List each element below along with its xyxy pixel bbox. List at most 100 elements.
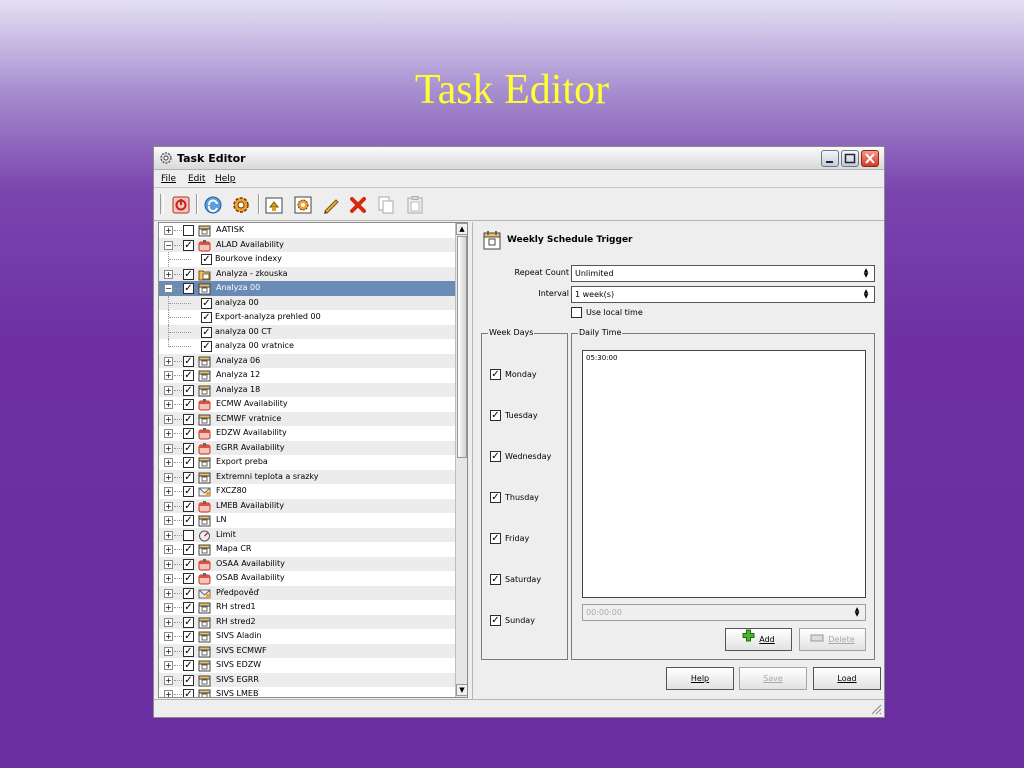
- scroll-down-arrow[interactable]: ▼: [456, 684, 467, 696]
- node-checkbox[interactable]: ✓: [183, 413, 194, 425]
- tree-node[interactable]: + ✓ RH stred2: [159, 614, 455, 629]
- expand-icon[interactable]: +: [164, 501, 173, 511]
- checkbox-box[interactable]: ✓: [490, 492, 501, 503]
- expand-icon[interactable]: +: [164, 690, 173, 697]
- node-checkbox[interactable]: ✓: [183, 370, 194, 381]
- checkbox-box[interactable]: ✓: [490, 369, 501, 380]
- tree-node[interactable]: + ✓ SIVS ECMWF: [159, 643, 455, 658]
- tree-node[interactable]: + ✓ Analyza 12: [159, 368, 455, 383]
- resize-grip-icon[interactable]: [870, 703, 882, 715]
- window-titlebar[interactable]: Task Editor: [154, 147, 884, 170]
- checkbox-box[interactable]: ✓: [490, 615, 501, 626]
- node-checkbox[interactable]: [183, 225, 194, 236]
- scroll-up-arrow[interactable]: ▲: [456, 223, 467, 235]
- tree-node[interactable]: + ✓ EDZW Availability: [159, 426, 455, 441]
- expand-icon[interactable]: +: [164, 458, 173, 467]
- help-button[interactable]: Help: [666, 667, 734, 690]
- node-checkbox[interactable]: ✓: [183, 399, 194, 410]
- tree-scrollbar[interactable]: ▲ ▼: [455, 223, 467, 697]
- node-checkbox[interactable]: ✓: [183, 428, 194, 439]
- use-local-time-checkbox[interactable]: Use local time: [571, 307, 643, 318]
- node-checkbox[interactable]: ✓: [183, 486, 194, 497]
- checkbox-box[interactable]: ✓: [490, 574, 501, 585]
- menu-file[interactable]: File: [161, 174, 176, 184]
- load-button[interactable]: Load: [813, 667, 881, 690]
- weekday-checkbox[interactable]: ✓ Thusday: [490, 492, 539, 503]
- tree-node[interactable]: + ✓ Extremni teplota a srazky: [159, 469, 455, 484]
- expand-icon[interactable]: +: [164, 269, 173, 279]
- spinner-arrows-icon[interactable]: ▲ ▼: [860, 268, 872, 279]
- checkbox-box[interactable]: ✓: [490, 451, 501, 462]
- edit-pencil-icon[interactable]: [321, 195, 341, 215]
- expand-icon[interactable]: +: [164, 414, 173, 424]
- tree-node[interactable]: + ✓ ECMWF vratnice: [159, 411, 455, 426]
- node-checkbox[interactable]: ✓: [201, 341, 212, 352]
- expand-icon[interactable]: +: [164, 675, 173, 685]
- weekday-checkbox[interactable]: ✓ Friday: [490, 533, 529, 544]
- weekday-checkbox[interactable]: ✓ Tuesday: [490, 410, 538, 421]
- node-checkbox[interactable]: ✓: [183, 239, 194, 251]
- weekday-checkbox[interactable]: ✓ Wednesday: [490, 451, 551, 462]
- node-checkbox[interactable]: ✓: [183, 674, 194, 686]
- expand-icon[interactable]: +: [164, 545, 173, 554]
- node-checkbox[interactable]: [183, 529, 194, 541]
- expand-icon[interactable]: +: [164, 516, 173, 525]
- tree-node[interactable]: + ✓ Mapa CR: [159, 542, 455, 557]
- tree-node[interactable]: + ✓ ECMW Availability: [159, 397, 455, 412]
- expand-icon[interactable]: +: [164, 661, 173, 670]
- delete-icon[interactable]: [348, 195, 368, 215]
- expand-icon[interactable]: +: [164, 646, 173, 656]
- run-task-icon[interactable]: [231, 195, 251, 215]
- node-checkbox[interactable]: ✓: [183, 616, 194, 628]
- toolbar-grip[interactable]: [160, 194, 164, 214]
- weekday-checkbox[interactable]: ✓ Monday: [490, 369, 537, 380]
- tree-node[interactable]: − ✓ Analyza 00: [159, 281, 455, 296]
- expand-icon[interactable]: +: [164, 530, 173, 540]
- node-checkbox[interactable]: ✓: [201, 254, 212, 265]
- tree-node[interactable]: + ✓ LMEB Availability: [159, 498, 455, 513]
- node-checkbox[interactable]: ✓: [183, 515, 194, 526]
- tree-node[interactable]: + ✓ SIVS LMEB: [159, 687, 455, 697]
- menu-help[interactable]: Help: [215, 174, 236, 184]
- node-checkbox[interactable]: ✓: [183, 384, 194, 396]
- interval-spinner[interactable]: 1 week(s) ▲ ▼: [571, 286, 875, 303]
- tree-child-node[interactable]: ✓ analyza 00 CT: [159, 324, 455, 339]
- tree-child-node[interactable]: ✓ Export-analyza prehled 00: [159, 310, 455, 325]
- expand-icon[interactable]: +: [164, 443, 173, 453]
- tree-node[interactable]: + ✓ OSAB Availability: [159, 571, 455, 586]
- node-checkbox[interactable]: ✓: [183, 355, 194, 367]
- task-tree[interactable]: + AATISK − ✓ ALAD Availability ✓ Bourkove inde…: [158, 222, 468, 698]
- weekday-checkbox[interactable]: ✓ Saturday: [490, 574, 541, 585]
- node-checkbox[interactable]: ✓: [183, 573, 194, 584]
- node-checkbox[interactable]: ✓: [183, 500, 194, 512]
- tree-node[interactable]: − ✓ ALAD Availability: [159, 237, 455, 252]
- paste-icon[interactable]: [405, 195, 425, 215]
- expand-icon[interactable]: +: [164, 559, 173, 569]
- minimize-button[interactable]: [821, 150, 839, 167]
- node-checkbox[interactable]: ✓: [201, 297, 212, 309]
- node-checkbox[interactable]: ✓: [183, 268, 194, 280]
- expand-icon[interactable]: +: [164, 226, 173, 235]
- daily-time-list[interactable]: 05:30:00: [582, 350, 866, 598]
- node-checkbox[interactable]: ✓: [183, 587, 194, 599]
- spinner-arrows-icon[interactable]: ▲ ▼: [860, 289, 872, 300]
- tree-node[interactable]: + ✓ LN: [159, 513, 455, 528]
- expand-icon[interactable]: +: [164, 487, 173, 496]
- node-checkbox[interactable]: ✓: [183, 631, 194, 642]
- node-checkbox[interactable]: ✓: [183, 558, 194, 570]
- checkbox-box[interactable]: ✓: [490, 533, 501, 544]
- scroll-thumb[interactable]: [457, 236, 467, 458]
- node-checkbox[interactable]: ✓: [183, 457, 194, 468]
- tree-node[interactable]: + Limit: [159, 527, 455, 542]
- node-checkbox[interactable]: ✓: [201, 312, 212, 323]
- import-icon[interactable]: [264, 195, 284, 215]
- collapse-icon[interactable]: −: [164, 240, 173, 250]
- expand-icon[interactable]: +: [164, 371, 173, 380]
- node-checkbox[interactable]: ✓: [183, 283, 194, 294]
- exit-icon[interactable]: [171, 195, 191, 215]
- expand-icon[interactable]: +: [164, 632, 173, 641]
- tree-node[interactable]: + ✓ FXCZ80: [159, 484, 455, 499]
- add-time-button[interactable]: Add: [725, 628, 792, 651]
- tree-node[interactable]: + ✓ RH stred1: [159, 600, 455, 615]
- expand-icon[interactable]: +: [164, 588, 173, 598]
